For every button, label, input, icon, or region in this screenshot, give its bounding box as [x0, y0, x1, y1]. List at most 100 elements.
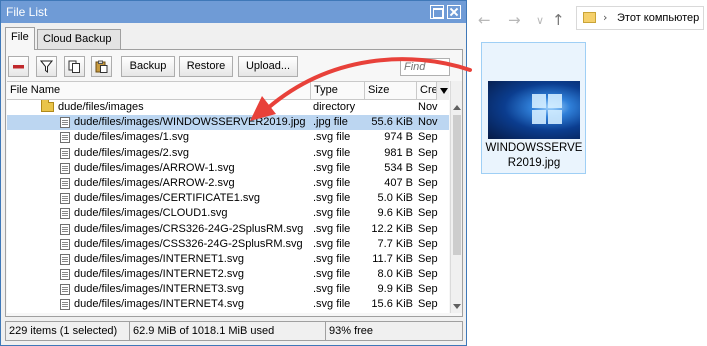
cell-file-name: dude/files/images/CLOUD1.svg [7, 206, 310, 221]
file-item-name: WINDOWSSERVER2019.jpg [485, 142, 583, 169]
cell-creation: Sep [418, 252, 438, 265]
file-icon [60, 284, 70, 296]
file-icon [60, 208, 70, 220]
close-button[interactable] [447, 5, 461, 19]
table-row[interactable]: dude/files/images/INTERNET4.svg .svg file… [7, 297, 449, 312]
table-row[interactable]: dude/files/images/INTERNET2.svg .svg file… [7, 267, 449, 282]
file-icon [60, 147, 70, 159]
copy-icon [68, 60, 80, 73]
file-icon [60, 238, 70, 250]
cell-size: 974 B [384, 131, 413, 144]
cell-creation: Sep [418, 237, 438, 250]
chevron-right-icon: › [603, 11, 608, 24]
table-row[interactable]: dude/files/images/CSS326-24G-2SplusRM.sv… [7, 237, 449, 252]
file-name: dude/files/images/INTERNET1.svg [74, 252, 244, 265]
cell-type: .svg file [313, 283, 351, 296]
cell-size: 11.7 KiB [372, 252, 413, 265]
table-row[interactable]: dude/files/images/CERTIFICATE1.svg .svg f… [7, 191, 449, 206]
file-name: dude/files/images/2.svg [74, 146, 189, 159]
table-row[interactable]: dude/files/images/CRS326-24G-2SplusRM.sv… [7, 222, 449, 237]
maximize-button[interactable] [430, 5, 444, 19]
upload-button[interactable]: Upload... [238, 56, 298, 77]
file-name: dude/files/images/CERTIFICATE1.svg [74, 192, 261, 205]
back-arrow-icon[interactable]: ← [478, 11, 491, 29]
status-item-count: 229 items (1 selected) [6, 322, 130, 340]
cell-type: .svg file [313, 298, 351, 311]
cell-size: 5.0 KiB [377, 192, 413, 205]
cell-creation: Sep [418, 131, 438, 144]
table-row[interactable]: dude/files/images/WINDOWSSERVER2019.jpg.… [7, 115, 449, 131]
paste-button[interactable] [91, 56, 112, 77]
table-row[interactable]: dude/files/images/INTERNET1.svg .svg file… [7, 252, 449, 267]
image-thumbnail [488, 81, 580, 139]
cell-file-name: dude/files/images/CSS326-24G-2SplusRM.sv… [7, 237, 310, 252]
cell-type: .svg file [313, 252, 351, 265]
up-arrow-icon[interactable]: ↑ [552, 11, 565, 29]
file-name: dude/files/images/ARROW-2.svg [74, 176, 235, 189]
scroll-down-icon[interactable] [451, 299, 463, 313]
find-input[interactable] [400, 58, 450, 76]
cell-type: .svg file [313, 237, 351, 250]
backup-button[interactable]: Backup [121, 56, 175, 77]
cell-creation: Nov [418, 116, 438, 129]
table-row[interactable]: dude/files/images/ARROW-2.svg .svg file 40… [7, 176, 449, 191]
cell-creation: Sep [418, 298, 438, 311]
file-name: dude/files/images/CRS326-24G-2SplusRM.sv… [74, 222, 304, 235]
cell-size: 9.9 KiB [377, 283, 413, 296]
breadcrumb[interactable]: Этот компьютер [617, 12, 699, 24]
remove-icon [13, 65, 24, 69]
filter-button[interactable] [36, 56, 57, 77]
cell-file-name: dude/files/images/INTERNET4.svg [7, 297, 310, 312]
file-icon [60, 177, 70, 189]
table-row[interactable]: dude/files/images/INTERNET3.svg .svg file… [7, 282, 449, 297]
cell-type: .jpg file [313, 116, 348, 129]
cell-size: 981 B [384, 146, 413, 159]
status-free-space: 93% free [329, 325, 374, 337]
column-header-type[interactable]: Type [311, 82, 365, 100]
file-name: dude/files/images/INTERNET4.svg [74, 298, 244, 311]
title-bar[interactable]: File List [1, 1, 466, 23]
toolbar: Backup Restore Upload... [6, 56, 462, 80]
folder-icon [583, 12, 596, 23]
restore-button[interactable]: Restore [179, 56, 233, 77]
cell-file-name: dude/files/images/WINDOWSSERVER2019.jpg [7, 115, 310, 130]
window-title: File List [6, 5, 48, 19]
table-row[interactable]: dude/files/images/1.svg .svg file 974 B Sep [7, 130, 449, 145]
table-row[interactable]: dude/files/images/ARROW-1.svg .svg file 53… [7, 161, 449, 176]
table-header: File Name Type Size Creati [7, 82, 449, 100]
windows-logo-icon [532, 94, 564, 126]
column-header-size[interactable]: Size [365, 82, 417, 100]
tab-cloud-backup[interactable]: Cloud Backup [37, 29, 121, 49]
cell-type: directory [313, 101, 356, 113]
chevron-down-icon[interactable]: ∨ [536, 14, 544, 27]
column-header-creation[interactable]: Creati [417, 82, 436, 100]
table-row[interactable]: dude/files/images directory Nov [7, 100, 449, 115]
file-icon [60, 253, 70, 265]
copy-button[interactable] [64, 56, 85, 77]
filter-icon [40, 60, 53, 73]
address-bar[interactable]: › Этот компьютер [576, 6, 704, 30]
cell-creation: Sep [418, 268, 438, 281]
scroll-thumb[interactable] [453, 115, 461, 255]
tab-file[interactable]: File [5, 27, 35, 50]
file-icon [60, 117, 70, 129]
forward-arrow-icon[interactable]: → [508, 11, 521, 29]
status-bar: 229 items (1 selected) 62.9 MiB of 1018.… [5, 321, 463, 341]
cell-file-name: dude/files/images/INTERNET2.svg [7, 267, 310, 282]
cell-size: 407 B [384, 176, 413, 189]
table-row[interactable]: dude/files/images/2.svg .svg file 981 B Sep [7, 146, 449, 161]
column-header-file-name[interactable]: File Name [7, 82, 311, 100]
cell-creation: Sep [418, 192, 438, 205]
column-menu-button[interactable] [436, 82, 449, 100]
file-list-window: File List File Cloud Backup Backup Resto… [0, 0, 467, 346]
vertical-scrollbar[interactable] [450, 81, 462, 313]
file-icon [60, 223, 70, 235]
file-name: dude/files/images/ARROW-1.svg [74, 161, 235, 174]
file-item[interactable]: WINDOWSSERVER2019.jpg [481, 42, 586, 174]
file-name: dude/files/images/INTERNET2.svg [74, 268, 244, 281]
table-row[interactable]: dude/files/images/CLOUD1.svg .svg file 9.6… [7, 206, 449, 221]
status-disk-usage: 62.9 MiB of 1018.1 MiB used [130, 322, 326, 340]
folder-icon [41, 100, 54, 112]
remove-button[interactable] [8, 56, 29, 77]
scroll-up-icon[interactable] [451, 100, 463, 114]
